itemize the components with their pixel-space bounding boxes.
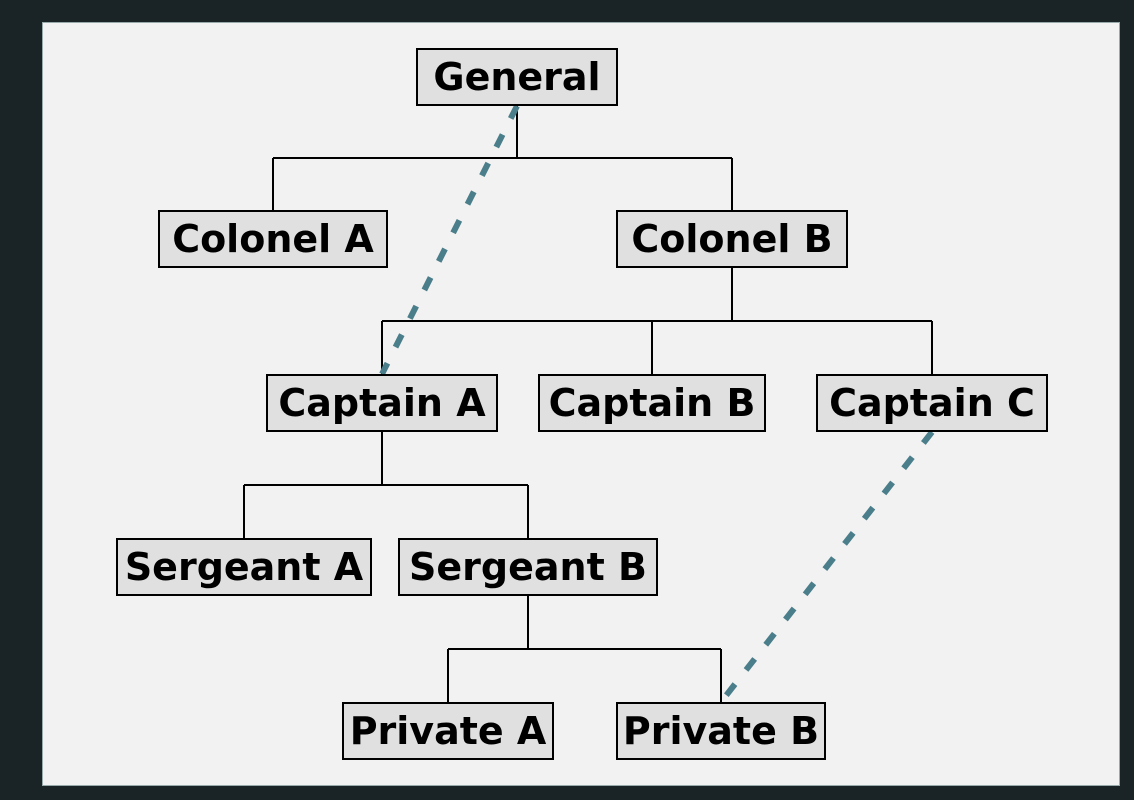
node-captain-c: Captain C [816,374,1048,432]
node-captain-b: Captain B [538,374,766,432]
node-sergeant-a: Sergeant A [116,538,372,596]
node-captain-a: Captain A [266,374,498,432]
node-general: General [416,48,618,106]
node-sergeant-b: Sergeant B [398,538,658,596]
node-private-a: Private A [342,702,554,760]
dashed-general-captainA [382,106,517,374]
edge-sergeantB [448,596,721,702]
node-colonel-a: Colonel A [158,210,388,268]
dashed-captainC-privateB [721,432,932,702]
edge-captainA [244,432,528,538]
edge-general [273,106,732,210]
node-colonel-b: Colonel B [616,210,848,268]
node-private-b: Private B [616,702,826,760]
edge-colonelB [382,268,932,374]
diagram-canvas: General Colonel A Colonel B Captain A Ca… [42,22,1120,786]
